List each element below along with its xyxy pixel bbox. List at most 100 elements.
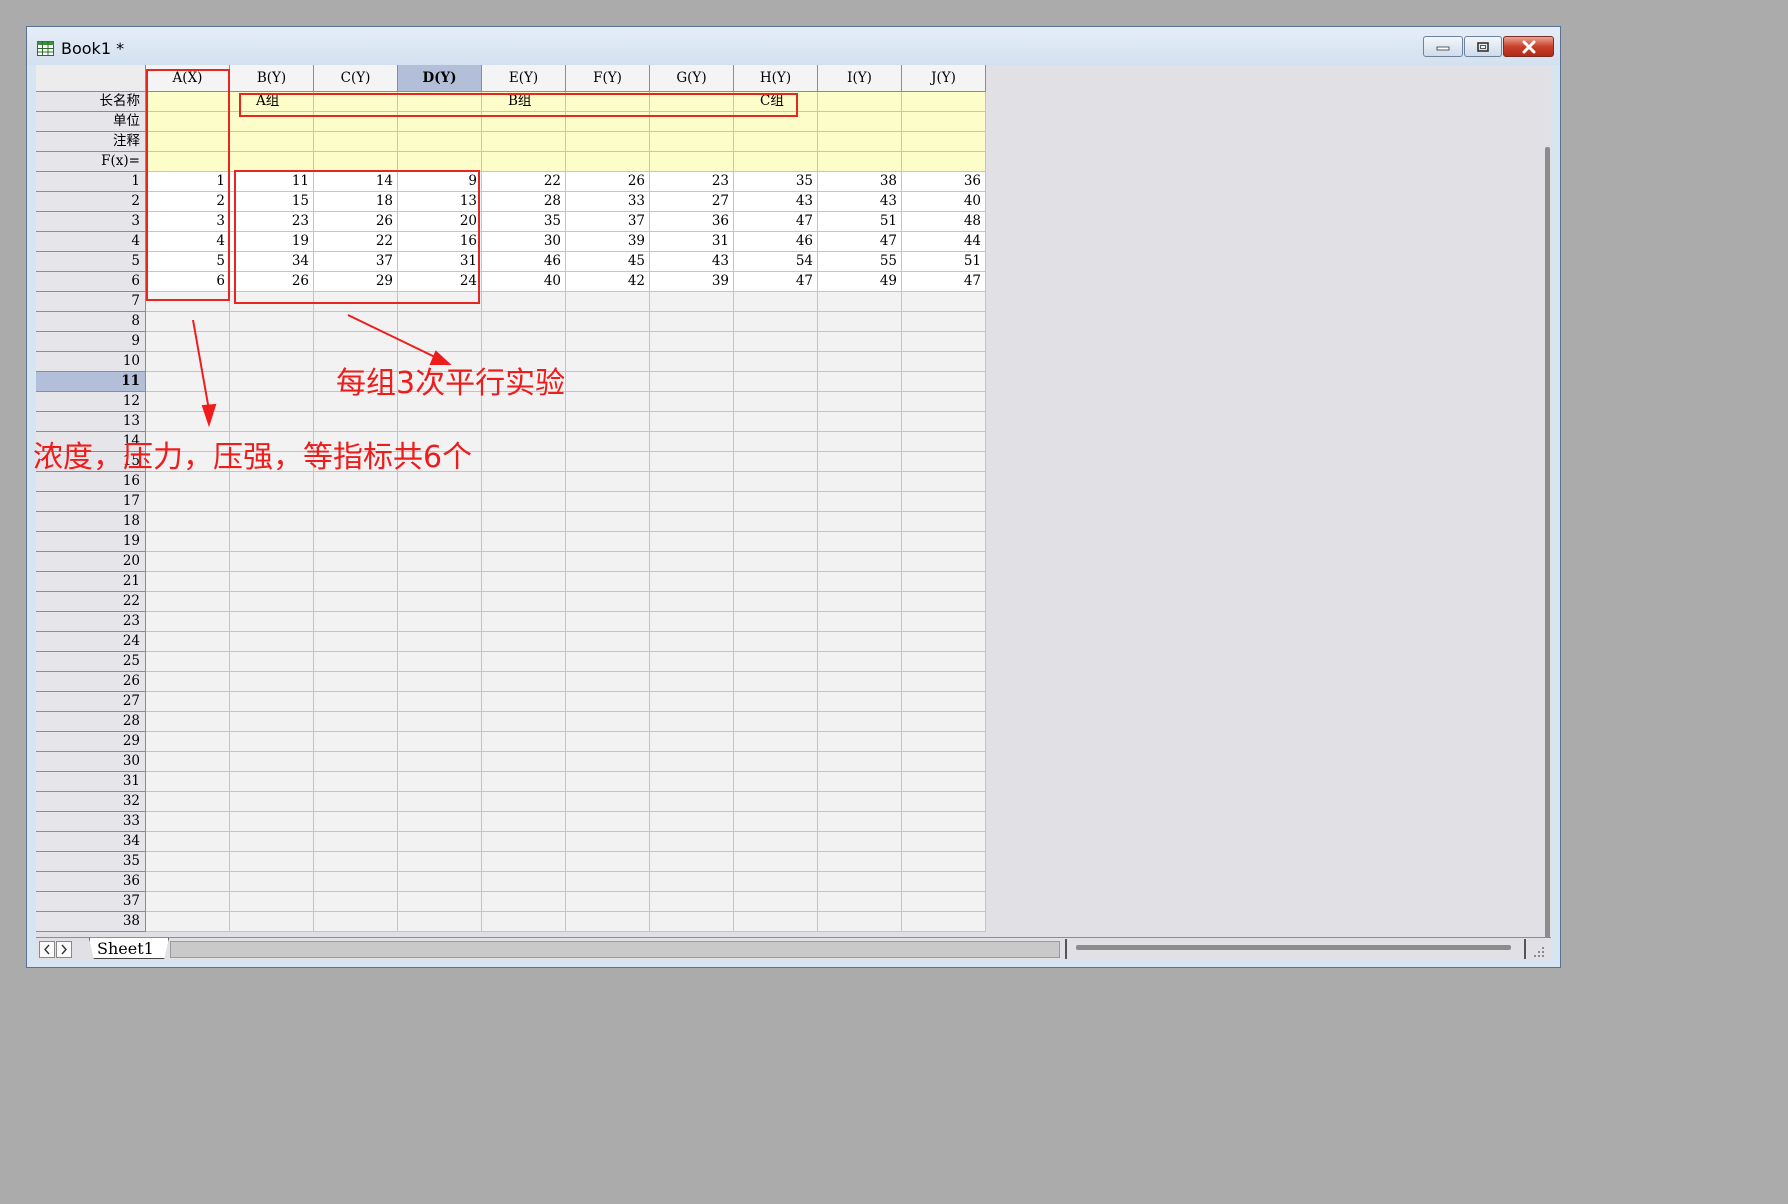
data-cell[interactable] [398, 612, 482, 632]
data-cell[interactable] [398, 492, 482, 512]
data-cell[interactable] [566, 692, 650, 712]
data-cell[interactable] [734, 532, 818, 552]
column-header[interactable]: G(Y) [650, 65, 734, 92]
splitter-right[interactable] [1524, 939, 1526, 959]
data-cell[interactable] [566, 532, 650, 552]
data-cell[interactable] [566, 412, 650, 432]
data-cell[interactable]: 54 [734, 252, 818, 272]
row-header[interactable]: 8 [36, 312, 146, 332]
data-cell[interactable] [650, 312, 734, 332]
data-cell[interactable]: 39 [650, 272, 734, 292]
long-name-cell[interactable] [902, 92, 986, 112]
label-cell[interactable] [566, 152, 650, 172]
data-cell[interactable] [566, 772, 650, 792]
data-cell[interactable] [398, 832, 482, 852]
data-cell[interactable] [146, 372, 230, 392]
data-cell[interactable] [818, 472, 902, 492]
data-cell[interactable] [482, 412, 566, 432]
data-cell[interactable] [146, 392, 230, 412]
label-cell[interactable] [818, 112, 902, 132]
row-header[interactable]: 30 [36, 752, 146, 772]
data-cell[interactable] [230, 792, 314, 812]
data-cell[interactable] [146, 312, 230, 332]
data-cell[interactable]: 43 [734, 192, 818, 212]
column-header[interactable]: D(Y) [398, 65, 482, 92]
data-cell[interactable] [566, 632, 650, 652]
data-cell[interactable] [734, 472, 818, 492]
data-cell[interactable] [230, 472, 314, 492]
data-cell[interactable]: 49 [818, 272, 902, 292]
label-cell[interactable] [902, 152, 986, 172]
data-cell[interactable] [482, 532, 566, 552]
data-cell[interactable] [650, 832, 734, 852]
data-cell[interactable] [314, 592, 398, 612]
data-cell[interactable] [398, 552, 482, 572]
column-header[interactable]: E(Y) [482, 65, 566, 92]
restore-button[interactable] [1464, 36, 1502, 57]
next-sheet-button[interactable] [56, 941, 72, 958]
data-cell[interactable] [314, 532, 398, 552]
data-cell[interactable] [398, 332, 482, 352]
data-cell[interactable]: 23 [650, 172, 734, 192]
row-header[interactable]: 36 [36, 872, 146, 892]
row-header[interactable]: 26 [36, 672, 146, 692]
data-cell[interactable] [230, 612, 314, 632]
data-cell[interactable] [146, 812, 230, 832]
data-cell[interactable] [398, 912, 482, 932]
data-cell[interactable] [734, 792, 818, 812]
data-cell[interactable]: 51 [818, 212, 902, 232]
data-cell[interactable] [818, 912, 902, 932]
data-cell[interactable] [566, 332, 650, 352]
data-cell[interactable]: 43 [818, 192, 902, 212]
data-cell[interactable] [902, 572, 986, 592]
data-cell[interactable] [230, 752, 314, 772]
label-cell[interactable] [734, 152, 818, 172]
data-cell[interactable] [230, 812, 314, 832]
data-cell[interactable] [566, 472, 650, 492]
data-cell[interactable]: 30 [482, 232, 566, 252]
data-cell[interactable]: 26 [566, 172, 650, 192]
data-cell[interactable]: 28 [482, 192, 566, 212]
data-cell[interactable] [650, 392, 734, 412]
data-cell[interactable] [482, 712, 566, 732]
prev-sheet-button[interactable] [39, 941, 55, 958]
data-cell[interactable] [398, 712, 482, 732]
label-cell[interactable] [230, 132, 314, 152]
data-cell[interactable] [146, 592, 230, 612]
data-cell[interactable] [818, 812, 902, 832]
data-cell[interactable] [314, 872, 398, 892]
data-cell[interactable] [398, 672, 482, 692]
data-cell[interactable]: 31 [650, 232, 734, 252]
data-cell[interactable] [902, 512, 986, 532]
data-cell[interactable] [734, 872, 818, 892]
column-header[interactable]: B(Y) [230, 65, 314, 92]
data-cell[interactable] [482, 632, 566, 652]
data-cell[interactable] [398, 632, 482, 652]
data-cell[interactable] [818, 572, 902, 592]
data-cell[interactable] [482, 572, 566, 592]
data-cell[interactable]: 48 [902, 212, 986, 232]
data-cell[interactable] [398, 412, 482, 432]
data-cell[interactable] [566, 712, 650, 732]
data-cell[interactable]: 44 [902, 232, 986, 252]
resize-grip-icon[interactable] [1530, 944, 1546, 960]
data-cell[interactable] [146, 352, 230, 372]
data-cell[interactable] [314, 692, 398, 712]
data-cell[interactable] [566, 552, 650, 572]
data-cell[interactable] [566, 852, 650, 872]
data-cell[interactable] [230, 672, 314, 692]
data-cell[interactable] [818, 772, 902, 792]
data-cell[interactable]: 46 [734, 232, 818, 252]
data-cell[interactable] [902, 332, 986, 352]
data-cell[interactable] [398, 572, 482, 592]
data-cell[interactable] [398, 872, 482, 892]
data-cell[interactable] [902, 652, 986, 672]
data-cell[interactable] [902, 372, 986, 392]
data-cell[interactable] [482, 452, 566, 472]
data-cell[interactable]: 22 [482, 172, 566, 192]
data-cell[interactable] [314, 492, 398, 512]
data-cell[interactable] [650, 852, 734, 872]
data-cell[interactable] [230, 392, 314, 412]
data-cell[interactable] [482, 312, 566, 332]
data-cell[interactable] [818, 352, 902, 372]
